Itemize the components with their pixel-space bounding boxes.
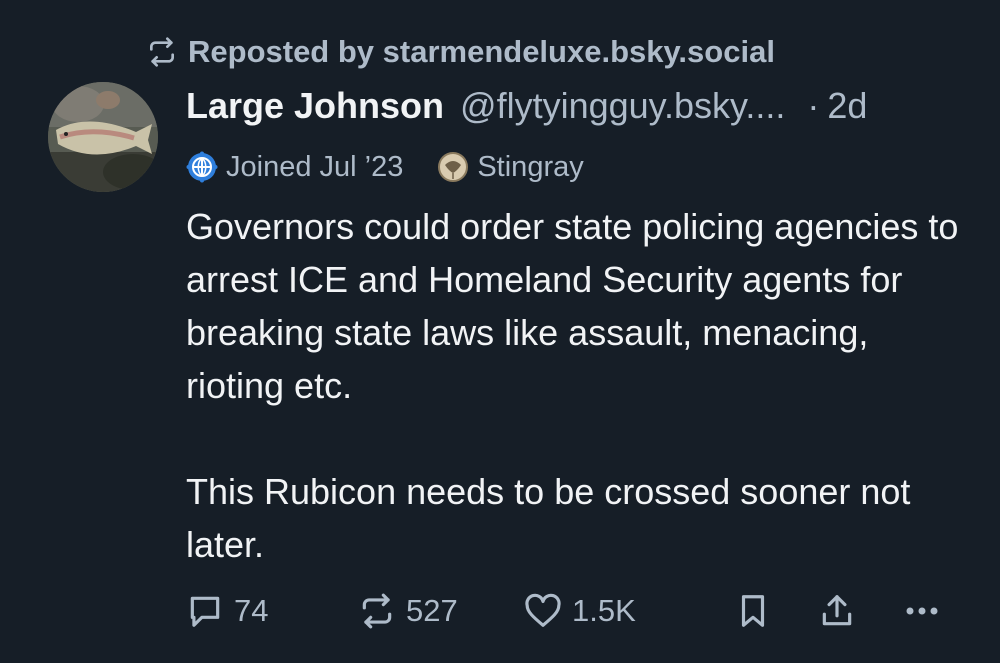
share-icon — [822, 595, 852, 626]
stingray-badge-icon — [438, 152, 469, 182]
bookmark-button[interactable] — [734, 586, 772, 636]
more-horizontal-icon — [906, 607, 938, 615]
post-timestamp[interactable]: 2d — [827, 85, 867, 127]
joined-badge: Joined Jul ’23 — [186, 151, 403, 184]
post-paragraph: Governors could order state policing age… — [186, 206, 959, 406]
repost-icon — [362, 593, 392, 629]
share-button[interactable] — [818, 586, 856, 636]
avatar-image — [48, 82, 158, 192]
bookmark-icon — [741, 595, 765, 627]
author-display-name[interactable]: Large Johnson — [186, 85, 444, 127]
repost-button[interactable]: 527 — [358, 586, 458, 636]
stingray-badge: Stingray — [437, 150, 584, 184]
stingray-label: Stingray — [477, 150, 584, 183]
post-card[interactable]: Reposted by starmendeluxe.bsky.social La… — [0, 0, 1000, 663]
separator-dot: · — [807, 85, 820, 126]
author-handle[interactable]: @flytyingguy.bsky.... — [460, 85, 785, 127]
joined-label: Joined Jul ’23 — [226, 150, 404, 183]
globe-badge-icon — [186, 151, 218, 183]
post-actions: 74 527 1.5K — [186, 586, 966, 636]
reply-icon — [190, 596, 220, 627]
repost-label: Reposted by starmendeluxe.bsky.social — [188, 34, 775, 69]
post-header: Large Johnson @flytyingguy.bsky.... · 2d — [186, 80, 867, 132]
like-count: 1.5K — [572, 593, 636, 628]
repost-indicator[interactable]: Reposted by starmendeluxe.bsky.social — [146, 30, 775, 74]
more-options-button[interactable] — [902, 586, 942, 636]
heart-icon — [525, 593, 561, 627]
repost-count: 527 — [406, 593, 458, 628]
like-button[interactable]: 1.5K — [524, 586, 636, 636]
reply-count: 74 — [234, 593, 269, 628]
avatar[interactable] — [48, 82, 158, 192]
profile-badges: Joined Jul ’23 Stingray — [186, 146, 584, 188]
post-paragraph: This Rubicon needs to be crossed sooner … — [186, 471, 911, 565]
reply-button[interactable]: 74 — [186, 586, 268, 636]
repost-icon — [150, 37, 174, 67]
post-text: Governors could order state policing age… — [186, 200, 976, 571]
